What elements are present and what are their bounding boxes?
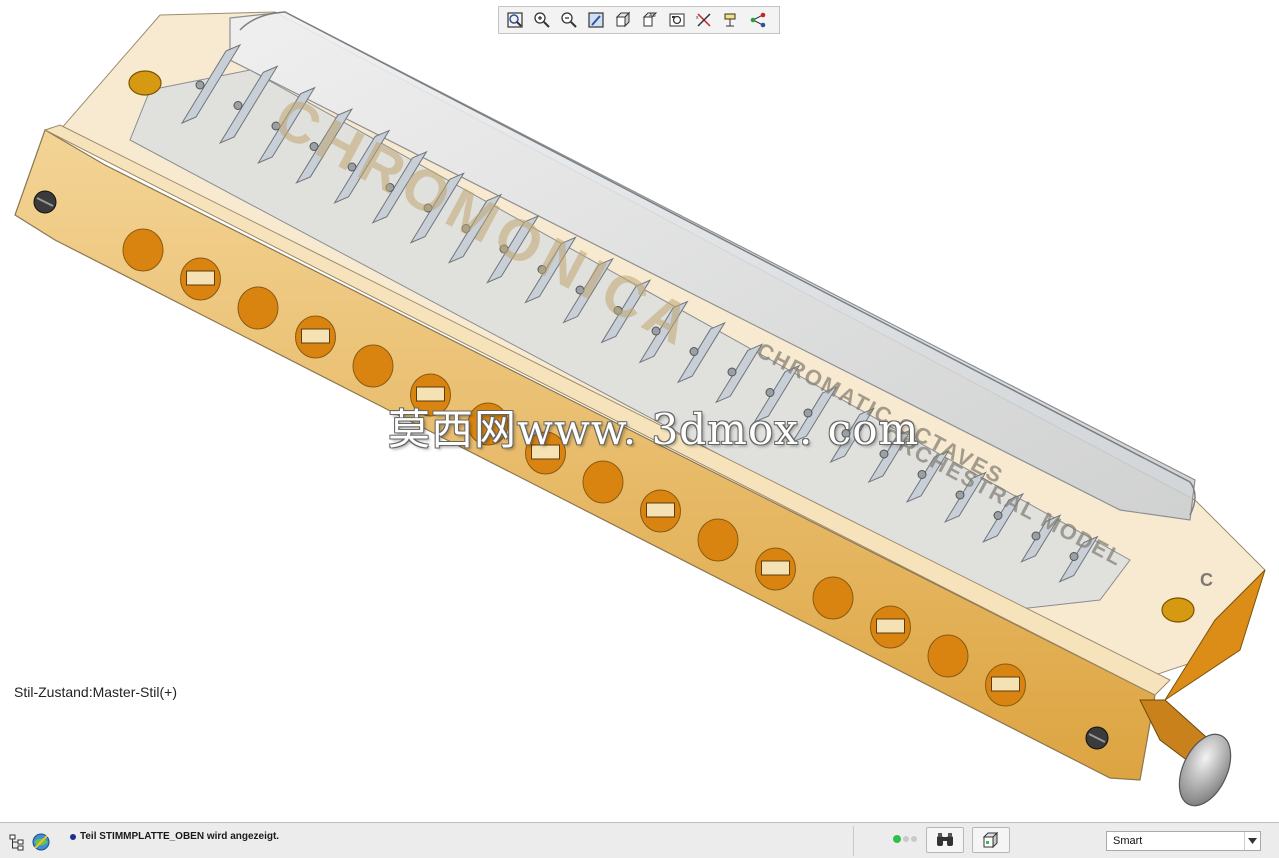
reed-rivet bbox=[917, 470, 927, 479]
chamber-wall bbox=[646, 502, 675, 518]
browser-icon bbox=[32, 833, 50, 851]
mouth-hole bbox=[927, 634, 969, 678]
chamber-wall bbox=[761, 560, 790, 576]
status-light bbox=[903, 836, 909, 842]
zoom-out-button[interactable] bbox=[556, 8, 582, 32]
filter-value: Smart bbox=[1113, 835, 1143, 847]
binoculars-icon bbox=[937, 833, 953, 846]
view-manager-icon bbox=[669, 13, 684, 27]
message-text: Teil STIMMPLATTE_OBEN wird angezeigt. bbox=[80, 831, 280, 842]
mouth-hole bbox=[697, 518, 739, 562]
mouth-hole bbox=[352, 344, 394, 388]
zoom-out-icon bbox=[560, 12, 577, 28]
chamber-wall bbox=[991, 676, 1020, 692]
spin-center-icon bbox=[750, 12, 765, 28]
refit-icon bbox=[506, 12, 523, 28]
reed-rivet bbox=[689, 347, 699, 356]
repaint-icon bbox=[587, 12, 604, 28]
style-state-label: Stil-Zustand:Master-Stil(+) bbox=[14, 684, 177, 700]
zoom-in-button[interactable] bbox=[529, 8, 555, 32]
graphics-window[interactable]: CHROMONICA CHROMATIC OCTAVES ORCHESTRAL … bbox=[0, 0, 1279, 822]
reed-rivet bbox=[1069, 552, 1079, 561]
browser-toggle[interactable] bbox=[30, 831, 52, 853]
message-bullet bbox=[70, 834, 76, 840]
model-tree-icon bbox=[9, 834, 24, 851]
annotation-display-icon bbox=[724, 13, 735, 27]
status-bar: Teil STIMMPLATTE_OBEN wird angezeigt. Sm… bbox=[0, 822, 1279, 858]
zoom-in-icon bbox=[533, 12, 550, 28]
chevron-down-icon[interactable] bbox=[1244, 832, 1260, 850]
watermark: 莫西网www. 3dmox. com bbox=[388, 405, 920, 454]
chamber-wall bbox=[301, 328, 330, 344]
find-button[interactable] bbox=[926, 827, 964, 853]
svg-text:AB: AB bbox=[649, 13, 656, 19]
view-manager-button[interactable] bbox=[664, 8, 690, 32]
reed-rivet bbox=[233, 101, 243, 110]
saved-orientations-button[interactable]: AB bbox=[637, 8, 663, 32]
datum-display-icon: x bbox=[696, 13, 711, 27]
saved-orientations-icon: AB bbox=[642, 12, 657, 27]
reed-rivet bbox=[955, 490, 965, 500]
refit-button[interactable] bbox=[502, 8, 528, 32]
status-light-active bbox=[893, 835, 901, 843]
chamber-wall bbox=[876, 618, 905, 634]
mouth-hole bbox=[582, 460, 624, 504]
svg-text:x: x bbox=[696, 15, 699, 21]
view-toolbar: AB x bbox=[498, 6, 780, 34]
key-letter: C bbox=[1200, 570, 1213, 590]
reed-rivet bbox=[1031, 531, 1041, 541]
divider bbox=[853, 826, 854, 856]
display-style-button[interactable] bbox=[610, 8, 636, 32]
annotation-display-button[interactable] bbox=[718, 8, 744, 32]
rivet-left bbox=[128, 70, 162, 96]
mouth-hole bbox=[812, 576, 854, 620]
datum-display-button[interactable]: x bbox=[691, 8, 717, 32]
model-tree-toggle[interactable] bbox=[6, 831, 28, 853]
status-light bbox=[911, 836, 917, 842]
display-style-icon bbox=[615, 11, 630, 28]
reed-rivet bbox=[195, 80, 205, 90]
filter-dropdown[interactable]: Smart bbox=[1106, 831, 1261, 851]
repaint-button[interactable] bbox=[583, 8, 609, 32]
selection-filter-button[interactable] bbox=[972, 827, 1010, 853]
reed-rivet bbox=[993, 511, 1003, 520]
rivet-right bbox=[1161, 597, 1195, 623]
spin-center-button[interactable] bbox=[745, 8, 771, 32]
regeneration-status-lights bbox=[893, 835, 917, 843]
chamber-wall bbox=[186, 270, 215, 286]
reed-rivet bbox=[727, 367, 737, 377]
cube-select-icon bbox=[982, 831, 999, 849]
mouth-hole bbox=[237, 286, 279, 330]
mouth-hole bbox=[122, 228, 164, 272]
